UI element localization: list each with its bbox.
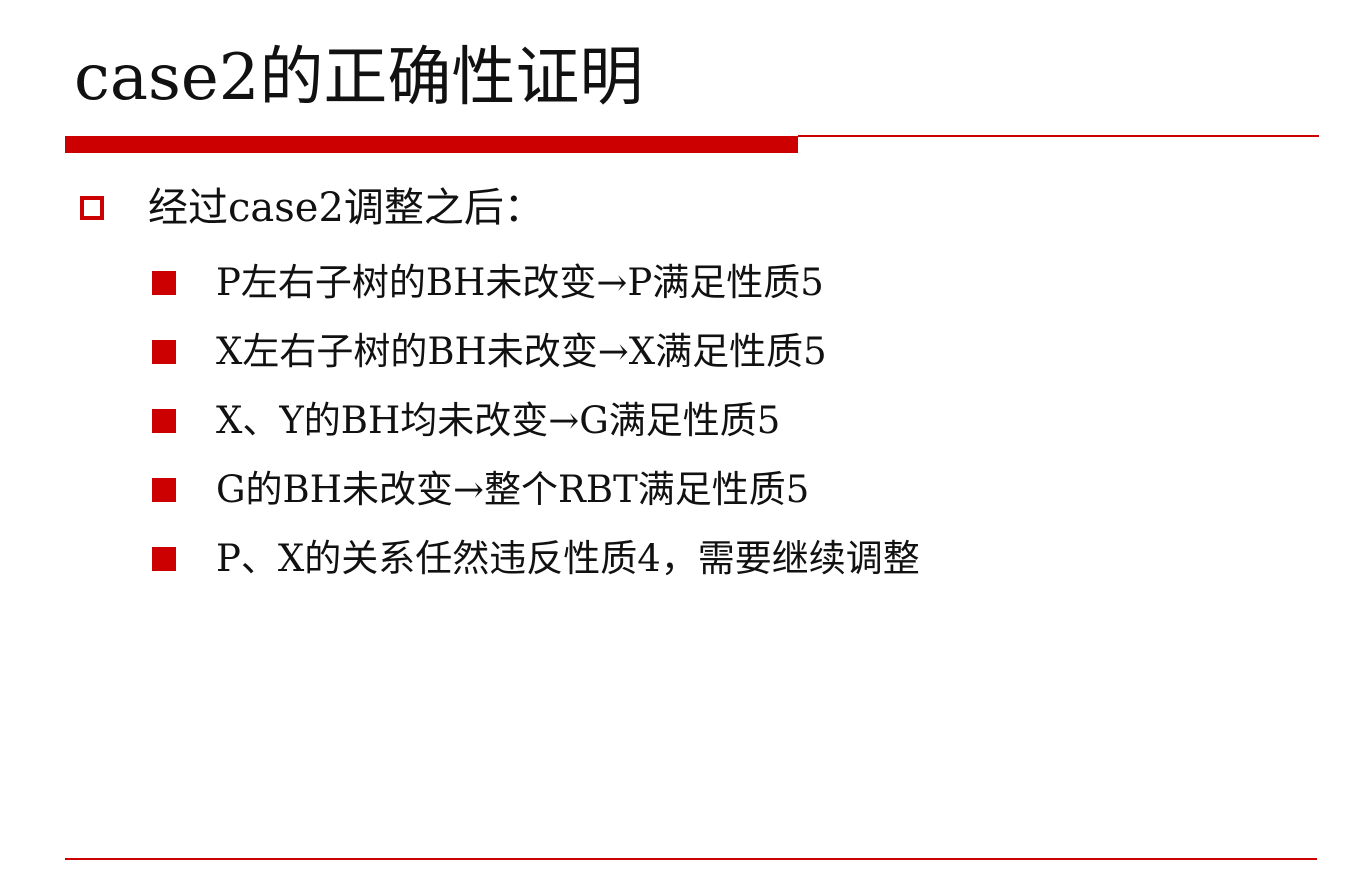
bullet-level1: 经过case2调整之后： [80,178,544,238]
sub-bullet-text: P左右子树的BH未改变→P满足性质5 [216,260,824,304]
filled-square-bullet-icon [152,339,176,364]
sub-bullet-text: G的BH未改变→整个RBT满足性质5 [216,467,810,511]
sub-bullet-item: X、Y的BH均未改变→G满足性质5 [152,386,920,455]
sub-bullet-item: G的BH未改变→整个RBT满足性质5 [152,455,920,524]
filled-square-bullet-icon [152,270,176,295]
title-underline-thick [65,136,798,153]
sub-bullet-item: X左右子树的BH未改变→X满足性质5 [152,317,920,386]
sub-bullet-list: P左右子树的BH未改变→P满足性质5 X左右子树的BH未改变→X满足性质5 X、… [152,248,920,593]
slide-title: case2的正确性证明 [74,41,644,115]
sub-bullet-item: P、X的关系任然违反性质4，需要继续调整 [152,524,920,593]
hollow-square-bullet-icon [80,196,104,220]
sub-bullet-item: P左右子树的BH未改变→P满足性质5 [152,248,920,317]
footer-rule [65,858,1317,860]
filled-square-bullet-icon [152,408,176,433]
sub-bullet-text: P、X的关系任然违反性质4，需要继续调整 [216,536,920,580]
sub-bullet-text: X、Y的BH均未改变→G满足性质5 [216,398,781,442]
title-underline-thin [798,135,1319,137]
sub-bullet-text: X左右子树的BH未改变→X满足性质5 [216,329,827,373]
filled-square-bullet-icon [152,546,176,571]
bullet-level1-text: 经过case2调整之后： [148,185,544,231]
filled-square-bullet-icon [152,477,176,502]
